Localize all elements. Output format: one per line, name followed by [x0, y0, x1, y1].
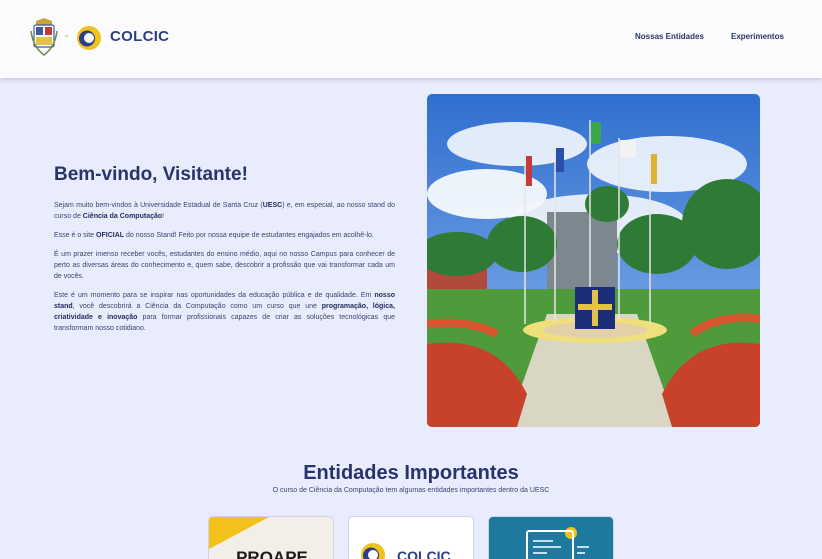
logo-separator: - — [65, 31, 69, 42]
welcome-paragraph: Esse é o site OFICIAL do nosso Stand! Fe… — [54, 232, 374, 239]
welcome-title: Bem-vindo, Visitante! — [54, 164, 248, 185]
entities-title: Entidades Importantes — [303, 462, 519, 484]
colcic-card-logo-icon: COLCIC — [361, 543, 451, 559]
welcome-paragraph: É um prazer imenso receber vocês, estuda… — [54, 251, 395, 280]
brand-name[interactable]: COLCIC — [110, 28, 169, 45]
entity-card-computing[interactable] — [488, 516, 614, 559]
welcome-paragraph: Sejam muito bem-vindos à Universidade Es… — [54, 202, 395, 220]
computer-screen-icon — [526, 527, 589, 559]
welcome-text: Sejam muito bem-vindos à Universidade Es… — [54, 200, 395, 342]
site-header: - COLCIC Nossas Entidades Experimentos — [0, 0, 822, 78]
uesc-crest-icon[interactable] — [30, 17, 58, 57]
nav-link-experimentos[interactable]: Experimentos — [731, 32, 784, 41]
colcic-card-logo-text: COLCIC — [397, 548, 451, 559]
welcome-paragraph: Este é um momento para se inspirar nas o… — [54, 292, 395, 332]
entity-card-colcic[interactable]: COLCIC — [348, 516, 474, 559]
nav-link-nossas-entidades[interactable]: Nossas Entidades — [635, 32, 704, 41]
proape-logo-icon: PROAPE — [209, 517, 308, 559]
proape-logo-text: PROAPE — [236, 548, 308, 559]
entities-subtitle: O curso de Ciência da Computação tem alg… — [272, 487, 550, 494]
campus-photo — [427, 94, 760, 427]
entity-card-proape[interactable]: PROAPE — [208, 516, 334, 559]
colcic-logo-icon[interactable] — [74, 23, 104, 53]
